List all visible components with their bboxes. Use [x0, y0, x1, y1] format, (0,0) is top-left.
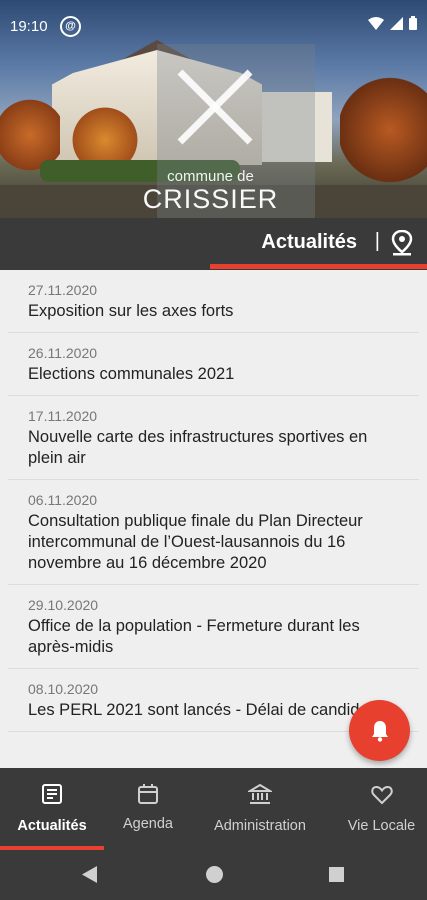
system-navigation-bar [0, 850, 427, 900]
section-header: Actualités | [0, 218, 427, 270]
newspaper-icon [42, 784, 62, 804]
news-date: 06.11.2020 [28, 492, 98, 508]
bottom-navigation: Actualités Agenda Administration Vie Loc… [0, 768, 427, 850]
section-title: Actualités [261, 231, 357, 253]
nav-label: Actualités [17, 818, 87, 834]
heart-icon [370, 785, 393, 805]
notifications-button[interactable] [349, 700, 410, 761]
logo-text-commune: commune de [167, 168, 254, 185]
news-title: Office de la population - Fermeture dura… [28, 617, 360, 656]
nav-agenda[interactable]: Agenda [104, 768, 192, 850]
recents-icon[interactable] [329, 867, 344, 882]
logo-text-crissier: CRISSIER [142, 184, 279, 214]
news-list[interactable]: 27.11.2020 Exposition sur les axes forts… [8, 270, 419, 768]
news-title: Nouvelle carte des infrastructures sport… [28, 428, 368, 467]
map-pin-icon[interactable] [391, 230, 413, 256]
section-title-underline [210, 264, 427, 269]
nav-label: Vie Locale [347, 818, 416, 834]
nav-label: Administration [214, 818, 306, 834]
signal-icon [390, 16, 403, 30]
nav-administration[interactable]: Administration [200, 768, 320, 850]
news-title: Elections communales 2021 [28, 365, 235, 383]
calendar-icon [138, 784, 158, 804]
back-icon[interactable] [82, 866, 97, 883]
news-date: 26.11.2020 [28, 345, 98, 361]
windmill-logo-icon [177, 69, 253, 145]
news-date: 27.11.2020 [28, 282, 98, 298]
news-item[interactable]: 17.11.2020 Nouvelle carte des infrastruc… [8, 396, 419, 480]
news-item[interactable]: 29.10.2020 Office de la population - Fer… [8, 585, 419, 669]
bank-icon [248, 783, 272, 804]
news-title: Consultation publique finale du Plan Dir… [28, 512, 363, 572]
bell-icon [371, 720, 388, 742]
news-title: Les PERL 2021 sont lancés - Délai de can… [28, 701, 398, 719]
news-date: 17.11.2020 [28, 408, 98, 424]
news-item[interactable]: 26.11.2020 Elections communales 2021 [8, 333, 419, 396]
battery-icon [409, 16, 417, 30]
wifi-icon [368, 16, 384, 30]
news-item[interactable]: 06.11.2020 Consultation publique finale … [8, 480, 419, 585]
nav-label: Agenda [123, 816, 173, 832]
title-separator: | [374, 230, 380, 252]
nav-vie-locale[interactable]: Vie Locale [336, 768, 427, 850]
news-date: 29.10.2020 [28, 597, 99, 613]
news-date: 08.10.2020 [28, 681, 99, 697]
news-item[interactable]: 27.11.2020 Exposition sur les axes forts [8, 270, 419, 333]
notification-icon: @ [60, 16, 81, 37]
home-icon[interactable] [206, 866, 223, 883]
status-icons [368, 16, 417, 30]
nav-actualites[interactable]: Actualités [0, 768, 104, 850]
status-bar: 19:10 @ [0, 0, 427, 54]
status-time: 19:10 [10, 18, 48, 35]
news-title: Exposition sur les axes forts [28, 302, 234, 320]
